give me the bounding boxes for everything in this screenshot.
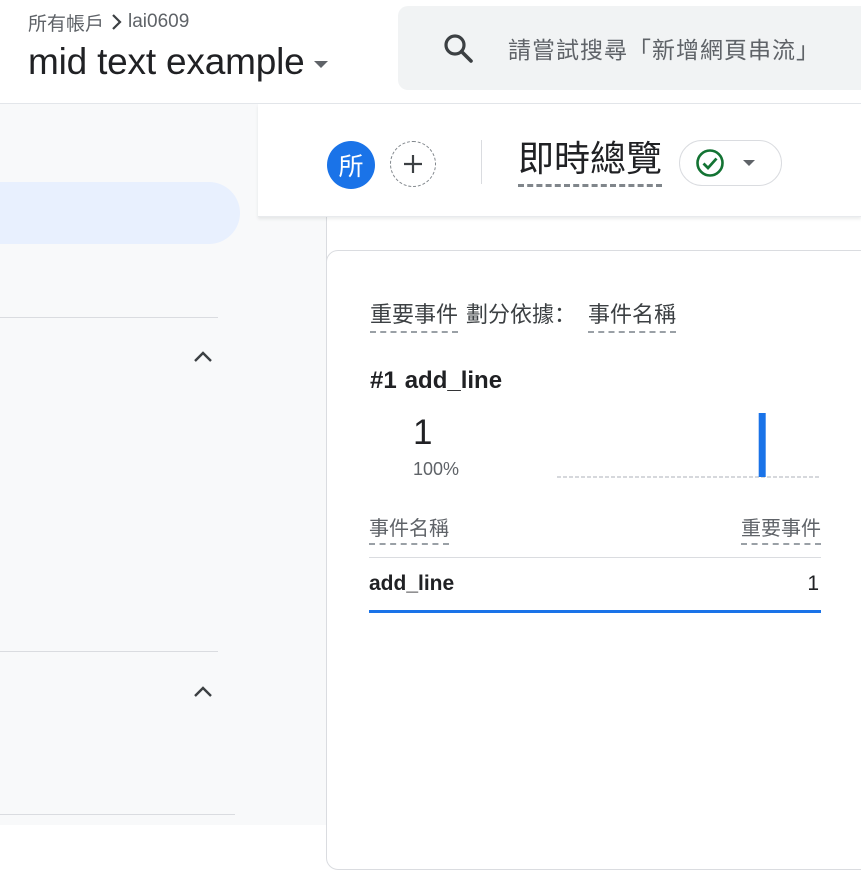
- property-name: mid text example: [28, 41, 305, 82]
- row-event-count: 1: [807, 572, 819, 595]
- nav-divider: [0, 651, 218, 652]
- table-row[interactable]: add_line 1: [369, 558, 821, 613]
- column-header-event[interactable]: 事件名稱: [369, 512, 449, 545]
- search-bar[interactable]: 請嘗試搜尋「新增網頁串流」: [398, 6, 861, 90]
- caret-down-icon: [314, 60, 329, 68]
- top-event-value: 1: [413, 413, 433, 452]
- check-circle-icon: [695, 148, 725, 178]
- report-status-dropdown[interactable]: [679, 140, 782, 186]
- chevron-up-icon: [194, 686, 212, 697]
- page-title: 即時總覽: [518, 138, 663, 187]
- breadcrumb-account[interactable]: lai0609: [128, 11, 189, 33]
- chevron-up-icon: [194, 351, 212, 362]
- collapse-section-button[interactable]: [188, 677, 218, 707]
- comparison-avatar[interactable]: 所: [327, 141, 375, 189]
- collapse-section-button[interactable]: [188, 342, 218, 372]
- row-event-name: add_line: [369, 572, 455, 595]
- table-header: 事件名稱 重要事件: [369, 515, 821, 558]
- nav-divider: [0, 814, 235, 815]
- add-comparison-button[interactable]: [390, 141, 436, 187]
- dimension-selector[interactable]: 事件名稱: [588, 297, 677, 333]
- toolbar-divider: [481, 140, 482, 184]
- top-event-title: #1 add_line: [370, 367, 502, 395]
- nav-item-active[interactable]: [0, 182, 240, 244]
- caret-down-icon: [743, 160, 755, 166]
- column-header-metric[interactable]: 重要事件: [741, 512, 821, 545]
- top-app-bar: 所有帳戶 lai0609 mid text example 請嘗試搜尋「新增網頁…: [0, 0, 861, 104]
- event-sparkline: [557, 413, 819, 478]
- search-icon: [442, 32, 474, 64]
- top-event-rank: #1: [370, 367, 397, 394]
- chevron-right-icon: [110, 13, 124, 31]
- metric-selector[interactable]: 重要事件: [370, 297, 459, 333]
- breadcrumb-root[interactable]: 所有帳戶: [28, 9, 104, 36]
- sparkline-bar: [758, 413, 766, 477]
- events-table: 事件名稱 重要事件 add_line 1: [369, 515, 821, 613]
- breadcrumb: 所有帳戶 lai0609: [28, 9, 189, 35]
- plus-icon: [404, 155, 422, 173]
- search-placeholder: 請嘗試搜尋「新增網頁串流」: [508, 37, 820, 63]
- nav-divider: [0, 317, 218, 318]
- card-header: 重要事件 劃分依據： 事件名稱: [370, 297, 677, 333]
- report-toolbar: 所 即時總覽: [258, 104, 861, 217]
- split-label: 劃分依據：: [466, 303, 577, 328]
- left-nav: [0, 104, 258, 825]
- top-event-name: add_line: [404, 367, 503, 394]
- key-events-card: 重要事件 劃分依據： 事件名稱 #1 add_line 1 100% 事件名稱 重…: [326, 250, 861, 870]
- main-content: 所 即時總覽 重要事件 劃分依據： 事件名稱 #1 add_line 1 100…: [258, 104, 861, 870]
- property-selector[interactable]: mid text example: [28, 38, 329, 86]
- top-event-percent: 100%: [413, 459, 460, 479]
